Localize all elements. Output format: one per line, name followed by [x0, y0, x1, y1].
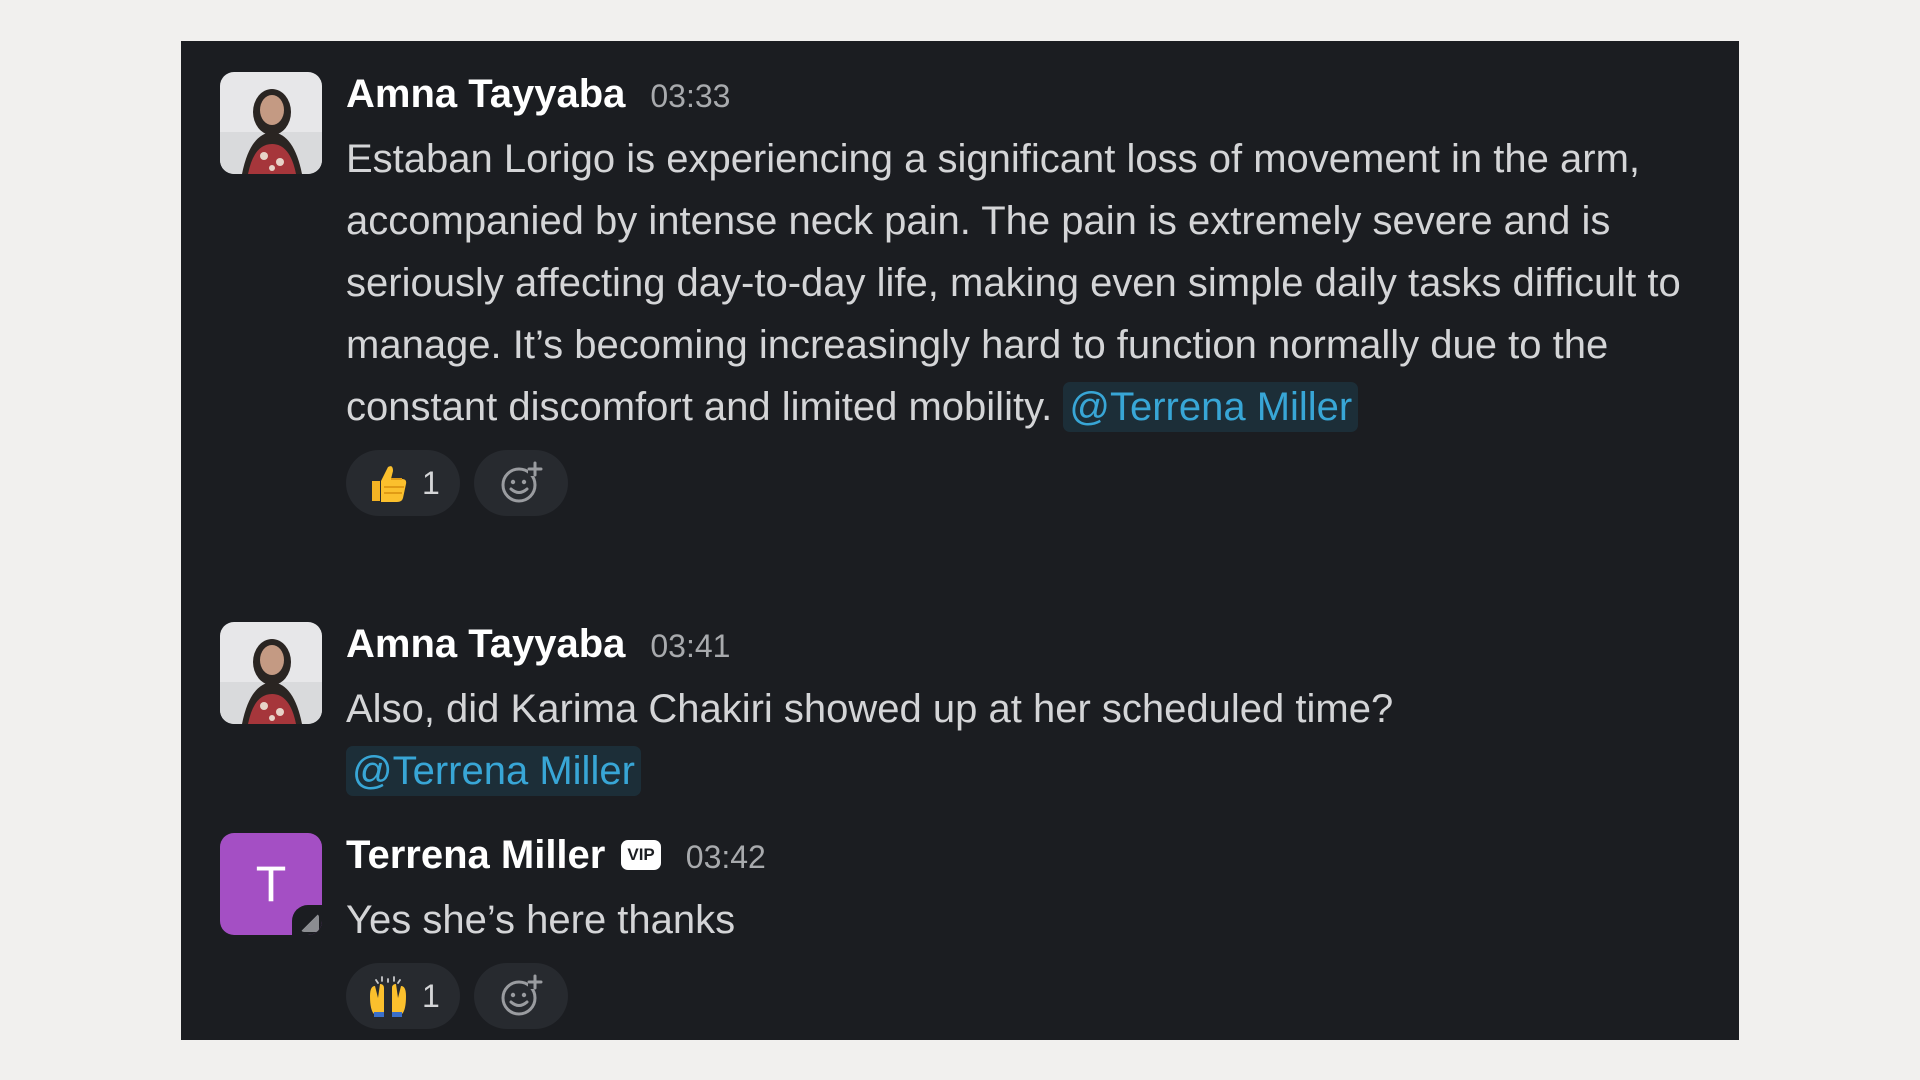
message-body: Estaban Lorigo is experiencing a signifi… [346, 128, 1706, 438]
reaction-thumbs-up[interactable]: 1 [346, 450, 460, 516]
raising-hands-emoji [370, 976, 406, 1017]
message-body: Yes she’s here thanks [346, 889, 1706, 951]
timestamp[interactable]: 03:42 [686, 839, 766, 876]
user-photo-icon [220, 72, 322, 174]
reaction-bar: 1 [346, 963, 1706, 1029]
add-reaction-icon [501, 461, 543, 503]
reaction-bar: 1 [346, 450, 1706, 516]
timestamp[interactable]: 03:33 [650, 78, 730, 115]
author-name[interactable]: Terrena Miller [346, 833, 605, 878]
add-reaction-button[interactable] [473, 450, 568, 516]
user-mention[interactable]: @Terrena Miller [1063, 382, 1359, 432]
message-text: Estaban Lorigo is experiencing a signifi… [346, 137, 1681, 429]
message-text: Also, did Karima Chakiri showed up at he… [346, 687, 1394, 731]
message-text: Yes she’s here thanks [346, 898, 736, 942]
reaction-count: 1 [422, 464, 440, 501]
avatar[interactable]: T [220, 833, 322, 935]
timestamp[interactable]: 03:41 [650, 628, 730, 665]
message-body: Also, did Karima Chakiri showed up at he… [346, 678, 1706, 802]
add-reaction-icon [501, 974, 543, 1016]
add-reaction-button[interactable] [473, 963, 568, 1029]
user-mention[interactable]: @Terrena Miller [346, 746, 641, 796]
user-photo-icon [220, 622, 322, 724]
author-name[interactable]: Amna Tayyaba [346, 72, 625, 117]
status-icon [292, 905, 322, 935]
reaction-raising-hands[interactable]: 1 [346, 963, 460, 1029]
avatar-initial: T [255, 856, 287, 912]
reaction-count: 1 [422, 977, 440, 1014]
vip-badge: VIP [621, 840, 661, 870]
avatar[interactable] [220, 622, 322, 724]
avatar[interactable] [220, 72, 322, 174]
chat-panel: Amna Tayyaba 03:33 Estaban Lorigo is exp… [181, 41, 1739, 1040]
thumbs-up-emoji [372, 466, 407, 502]
author-name[interactable]: Amna Tayyaba [346, 622, 625, 667]
